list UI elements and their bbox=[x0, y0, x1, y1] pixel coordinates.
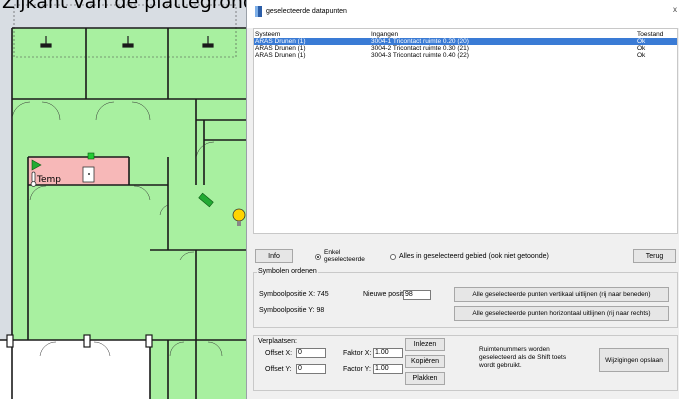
factor-y-label: Factor Y: bbox=[343, 366, 371, 373]
cell-ingang: 3004-3 Tricontact ruimte 0.40 (22) bbox=[371, 52, 469, 59]
table-header: Systeem Ingangen Toestand bbox=[254, 31, 677, 38]
vertical-align-button[interactable]: Alle geselecteerde punten vertikaal uitl… bbox=[454, 287, 669, 302]
selected-datapoints-dialog: geselecteerde datapunten x Systeem Ingan… bbox=[246, 0, 679, 399]
inlezen-button[interactable]: Inlezen bbox=[405, 338, 445, 351]
factor-x-label: Faktor X: bbox=[343, 350, 372, 357]
offset-x-label: Offset X: bbox=[265, 350, 293, 357]
offset-x-input[interactable]: 0 bbox=[296, 348, 326, 358]
floor-plan-heading: Zijkant van de plattegrond bbox=[2, 0, 255, 13]
wijzigingen-opslaan-button[interactable]: Wijzigingen opslaan bbox=[599, 348, 669, 372]
table-row[interactable]: ARAS Drunen (1) 3004-2 Tricontact ruimte… bbox=[254, 45, 677, 52]
offset-y-input[interactable]: 0 bbox=[296, 364, 326, 374]
offset-y-label: Offset Y: bbox=[265, 366, 292, 373]
symboolpositie-x-label: Symboolpositie X: 745 bbox=[259, 291, 329, 298]
plakken-button[interactable]: Plakken bbox=[405, 372, 445, 385]
table-row[interactable]: ARAS Drunen (1) 3004-1 Tricontact ruimte… bbox=[254, 38, 677, 45]
symboolpositie-y-label: Symboolpositie Y: 98 bbox=[259, 307, 325, 314]
factor-x-input[interactable]: 1.00 bbox=[373, 348, 403, 358]
verplaatsen-title: Verplaatsen: bbox=[257, 338, 298, 345]
cell-ingang: 3004-1 Tricontact ruimte 0.20 (20) bbox=[371, 38, 469, 45]
dialog-title: geselecteerde datapunten bbox=[266, 8, 347, 15]
datapoints-table[interactable]: Systeem Ingangen Toestand ARAS Drunen (1… bbox=[253, 28, 678, 234]
radio-enkel-geselecteerde[interactable] bbox=[315, 254, 321, 260]
close-icon[interactable]: x bbox=[673, 5, 677, 14]
cell-ingang: 3004-2 Tricontact ruimte 0.30 (21) bbox=[371, 45, 469, 52]
column-header-systeem[interactable]: Systeem bbox=[255, 31, 280, 38]
radio-alles-geselecteerd[interactable] bbox=[390, 254, 396, 260]
terug-button[interactable]: Terug bbox=[633, 249, 676, 263]
column-header-toestand[interactable]: Toestand bbox=[637, 31, 663, 38]
horizontal-align-button[interactable]: Alle geselecteerde punten horizontaal ui… bbox=[454, 306, 669, 321]
shift-key-note: Ruimtenummers worden geselecteerd als de… bbox=[479, 346, 567, 369]
cell-toestand: Ok bbox=[637, 45, 646, 52]
cell-systeem: ARAS Drunen (1) bbox=[255, 52, 306, 59]
cell-systeem: ARAS Drunen (1) bbox=[255, 38, 306, 45]
cell-toestand: Ok bbox=[637, 38, 646, 45]
dialog-titlebar: geselecteerde datapunten x bbox=[247, 0, 679, 28]
temp-room-label: Temp bbox=[37, 175, 61, 185]
table-row[interactable]: ARAS Drunen (1) 3004-3 Tricontact ruimte… bbox=[254, 52, 677, 59]
column-header-ingangen[interactable]: Ingangen bbox=[371, 31, 398, 38]
kopieren-button[interactable]: Kopiëren bbox=[405, 355, 445, 368]
cell-systeem: ARAS Drunen (1) bbox=[255, 45, 306, 52]
radio-enkel-label: Enkel geselecteerde bbox=[324, 249, 365, 263]
app-icon bbox=[255, 6, 262, 17]
radio-alles-label: Alles in geselecteerd gebied (ook niet g… bbox=[399, 253, 549, 260]
cell-toestand: Ok bbox=[637, 52, 646, 59]
nieuwe-positie-input[interactable]: 98 bbox=[403, 290, 431, 300]
floor-plan bbox=[0, 0, 246, 399]
info-button[interactable]: Info bbox=[255, 249, 293, 263]
symbolen-ordenen-title: Symbolen ordenen bbox=[257, 268, 318, 275]
factor-y-input[interactable]: 1.00 bbox=[373, 364, 403, 374]
